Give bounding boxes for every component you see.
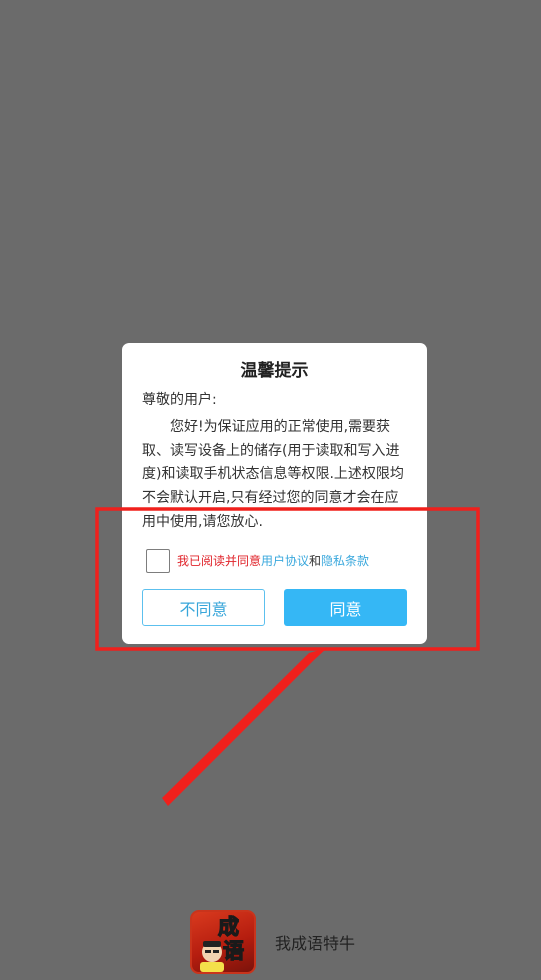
- permission-dialog: 温馨提示 尊敬的用户: 您好!为保证应用的正常使用,需要获取、读写设备上的储存(…: [122, 343, 427, 644]
- app-icon: 成 语: [190, 910, 256, 974]
- app-icon-art: 成 语: [200, 914, 245, 972]
- agreement-text: 我已阅读并同意用户协议和隐私条款: [177, 553, 369, 569]
- agreement-conjunction: 和: [309, 554, 322, 568]
- privacy-policy-link[interactable]: 隐私条款: [321, 554, 369, 568]
- app-footer: 成 语 我成语特牛: [190, 910, 355, 974]
- disagree-button[interactable]: 不同意: [142, 589, 265, 626]
- arrow-pointer: [162, 648, 327, 806]
- greeting-text: 尊敬的用户:: [142, 392, 217, 408]
- dialog-title: 温馨提示: [240, 361, 309, 381]
- permission-message: 您好!为保证应用的正常使用,需要获取、读写设备上的储存(用于读取和写入进度)和读…: [142, 419, 404, 530]
- agreement-prefix: 我已阅读并同意: [177, 554, 262, 568]
- agreement-row: 我已阅读并同意用户协议和隐私条款: [146, 547, 369, 575]
- character-hair-icon: [203, 941, 221, 947]
- app-icon-glyph-2: 语: [223, 939, 244, 963]
- app-icon-glyph-1: 成: [218, 915, 239, 939]
- character-body-icon: [200, 962, 224, 972]
- user-agreement-link[interactable]: 用户协议: [261, 554, 309, 568]
- agree-button[interactable]: 同意: [284, 589, 407, 626]
- app-name: 我成语特牛: [275, 934, 356, 953]
- agree-checkbox[interactable]: [146, 549, 170, 573]
